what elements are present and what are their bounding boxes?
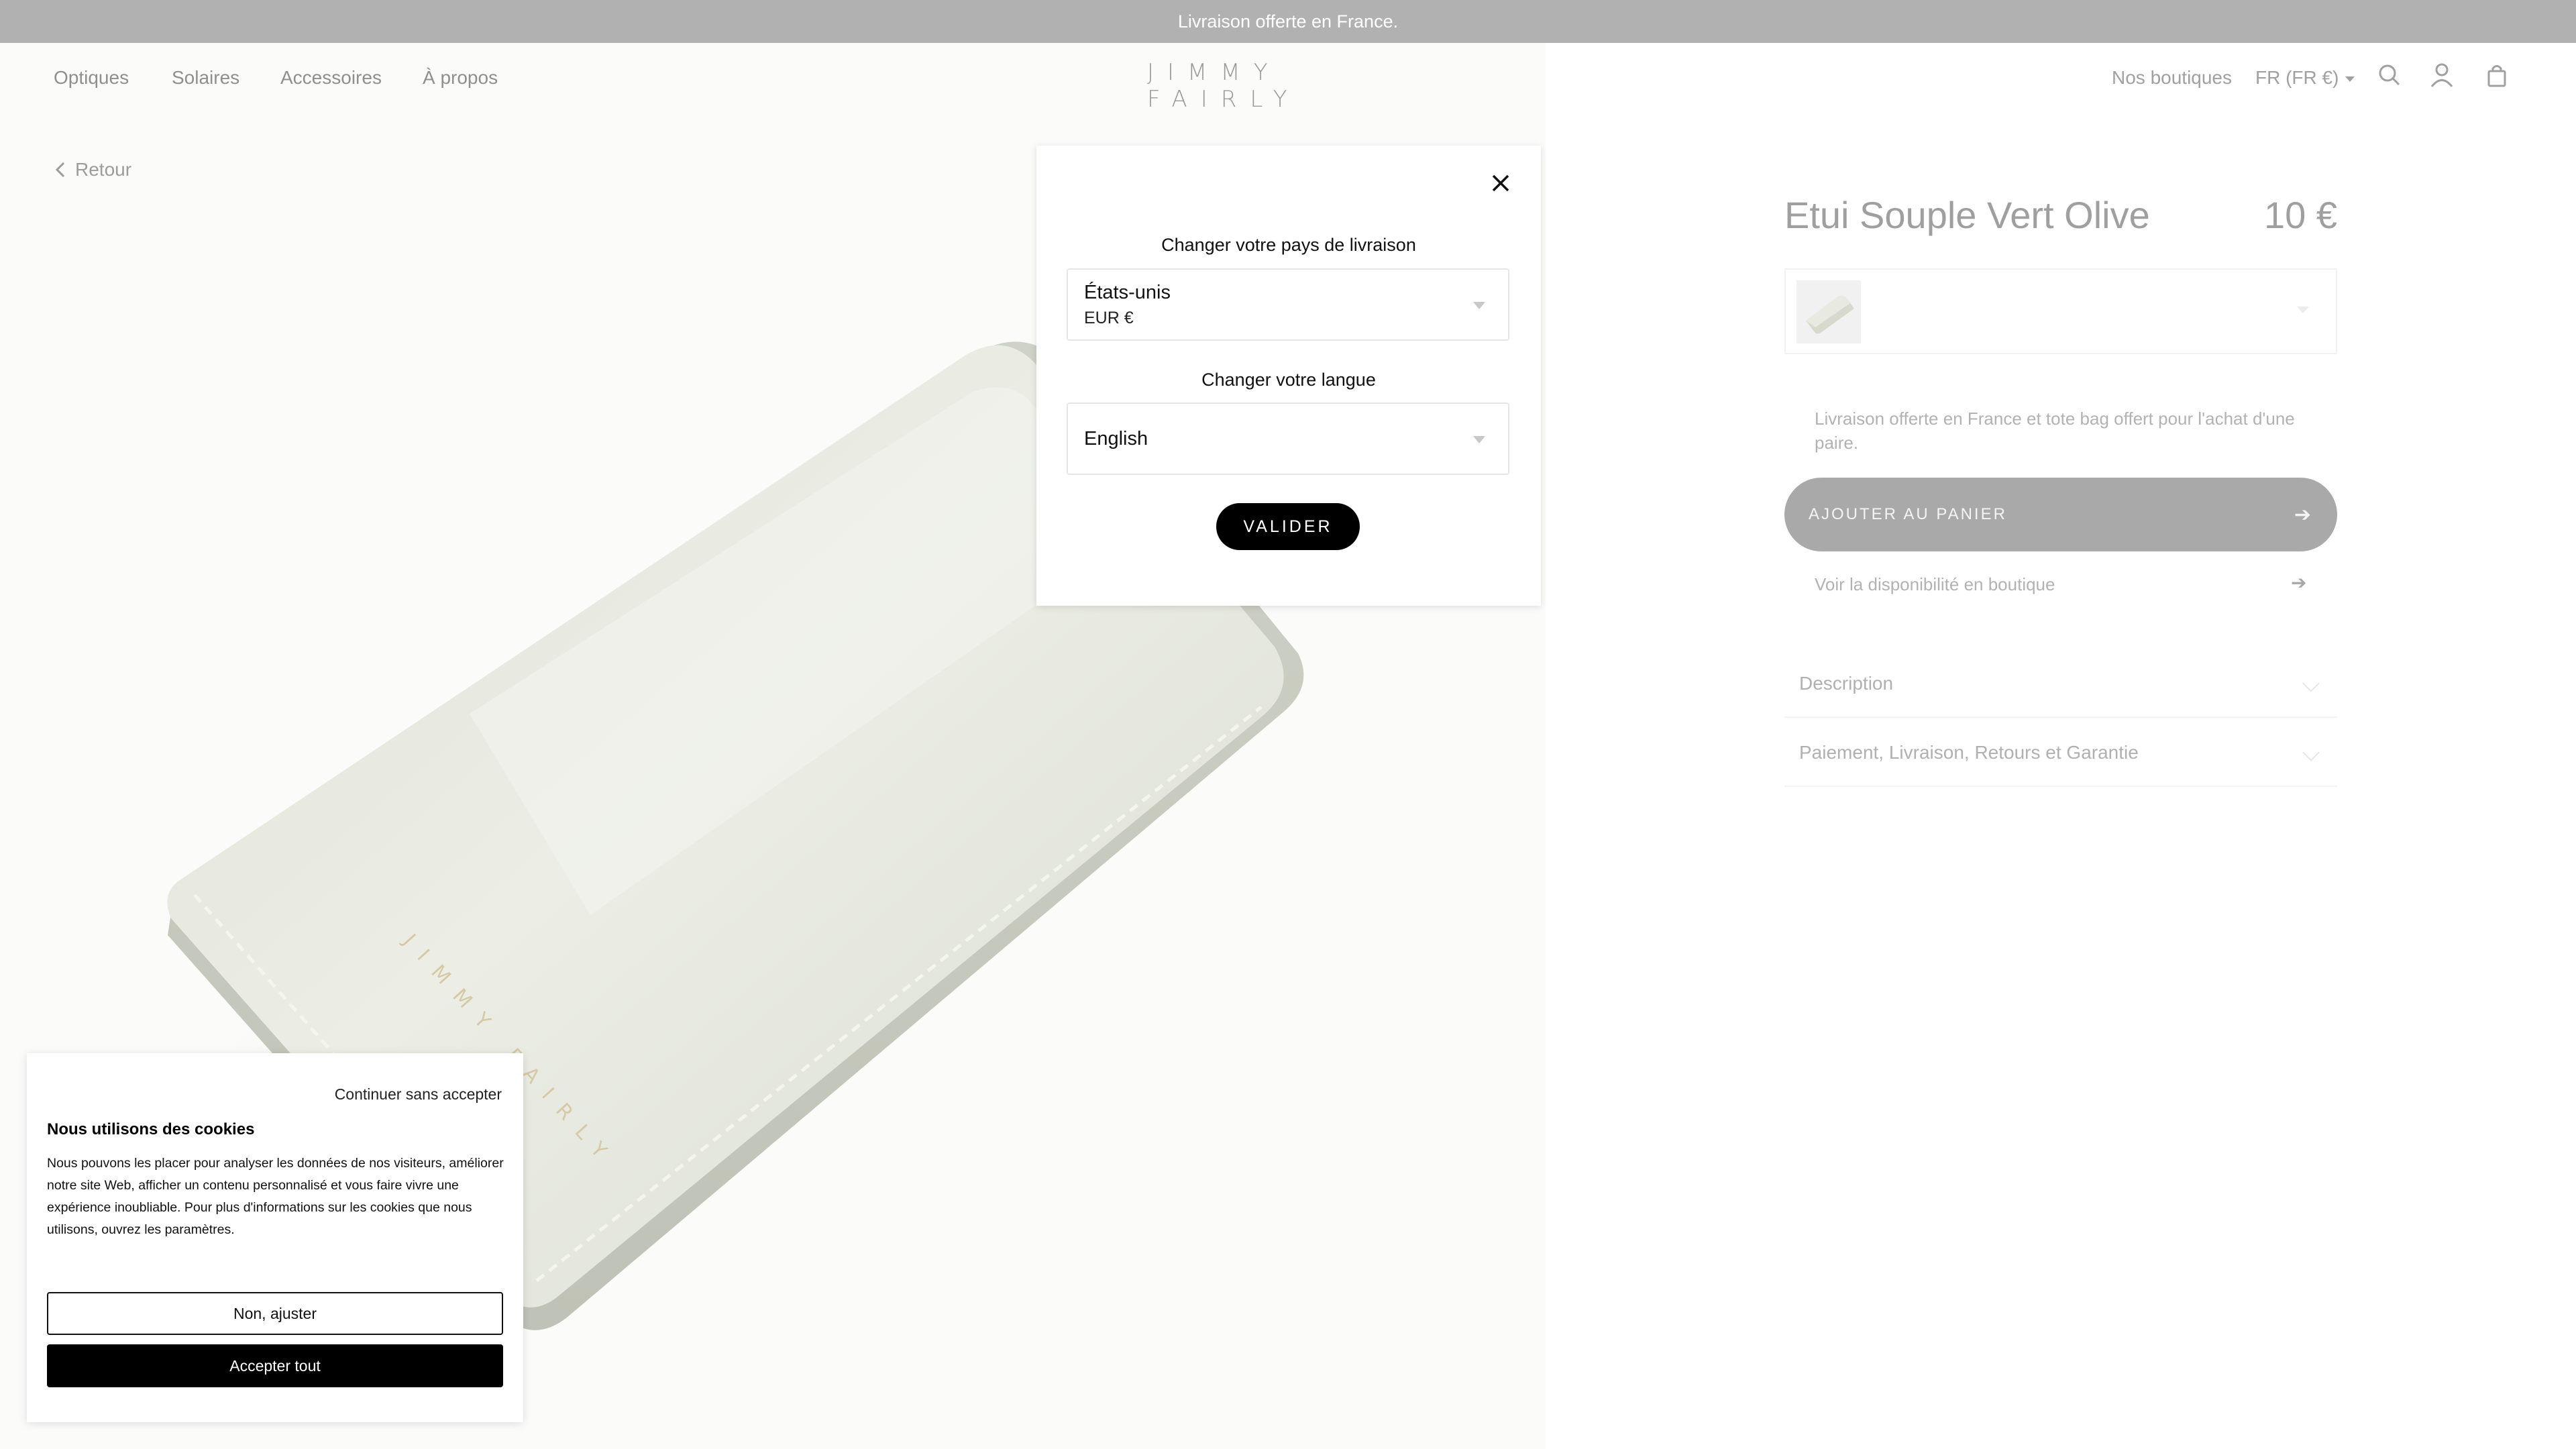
accordion-description[interactable]: Description bbox=[1784, 651, 2337, 718]
product-price: 10 € bbox=[2264, 194, 2337, 236]
variant-selector[interactable] bbox=[1784, 268, 2337, 354]
country-select[interactable]: États-unis EUR € bbox=[1067, 268, 1509, 341]
nav-solaires[interactable]: Solaires bbox=[172, 67, 239, 89]
chevron-down-icon bbox=[1473, 302, 1485, 309]
nav-accessoires[interactable]: Accessoires bbox=[280, 67, 382, 89]
cookie-banner: Continuer sans accepter Nous utilisons d… bbox=[27, 1053, 523, 1422]
chevron-down-icon bbox=[1473, 436, 1485, 443]
cookie-description: Nous pouvons les placer pour analyser le… bbox=[47, 1156, 504, 1237]
nav-a-propos[interactable]: À propos bbox=[423, 67, 498, 89]
add-to-cart-button[interactable]: AJOUTER AU PANIER ➔ bbox=[1784, 478, 2337, 551]
chevron-down-icon bbox=[2302, 675, 2320, 692]
nav-stores[interactable]: Nos boutiques bbox=[2112, 67, 2232, 89]
search-icon[interactable] bbox=[2376, 62, 2403, 89]
arrow-right-icon: ➔ bbox=[2291, 572, 2307, 593]
bag-icon[interactable] bbox=[2483, 62, 2510, 89]
brand-logo[interactable]: JIMMY FAIRLY bbox=[1147, 59, 1436, 113]
cookie-accept-all-button[interactable]: Accepter tout bbox=[47, 1344, 503, 1387]
arrow-right-icon: ➔ bbox=[2294, 504, 2313, 526]
locale-selector[interactable]: FR (FR €) bbox=[2255, 67, 2355, 89]
chevron-down-icon bbox=[2302, 744, 2320, 761]
chevron-down-icon bbox=[2297, 307, 2309, 313]
chevron-left-icon bbox=[55, 162, 65, 178]
accordion-label: Paiement, Livraison, Retours et Garantie bbox=[1799, 742, 2139, 763]
back-link[interactable]: Retour bbox=[54, 159, 131, 180]
product-title: Etui Souple Vert Olive bbox=[1784, 194, 2150, 236]
currency-value: EUR € bbox=[1084, 309, 1134, 327]
promo-bar: Livraison offerte en France. bbox=[0, 0, 2576, 43]
country-language-modal: Changer votre pays de livraison États-un… bbox=[1036, 146, 1541, 606]
shipping-note: Livraison offerte en France et tote bag … bbox=[1815, 409, 2295, 453]
continue-without-accepting-link[interactable]: Continuer sans accepter bbox=[335, 1085, 502, 1104]
cookie-title: Nous utilisons des cookies bbox=[47, 1120, 255, 1138]
account-icon[interactable] bbox=[2428, 62, 2455, 89]
language-select[interactable]: English bbox=[1067, 402, 1509, 475]
cookie-adjust-button[interactable]: Non, ajuster bbox=[47, 1292, 503, 1335]
country-value: États-unis bbox=[1084, 282, 1171, 303]
locale-label: FR (FR €) bbox=[2255, 67, 2339, 88]
add-to-cart-label: AJOUTER AU PANIER bbox=[1809, 505, 2007, 523]
country-label: Changer votre pays de livraison bbox=[1161, 235, 1416, 255]
validate-button[interactable]: VALIDER bbox=[1216, 503, 1360, 550]
language-value: English bbox=[1084, 428, 1148, 449]
accordion-label: Description bbox=[1799, 673, 1894, 694]
close-icon[interactable] bbox=[1487, 170, 1514, 197]
promo-text: Livraison offerte en France. bbox=[1177, 11, 1399, 32]
chevron-down-icon bbox=[2345, 76, 2355, 82]
nav-optiques[interactable]: Optiques bbox=[54, 67, 129, 89]
accordion-payment-shipping[interactable]: Paiement, Livraison, Retours et Garantie bbox=[1784, 720, 2337, 787]
back-label: Retour bbox=[75, 159, 132, 180]
variant-thumbnail bbox=[1796, 280, 1861, 343]
case-thumbnail-image bbox=[1806, 295, 1854, 334]
store-availability-link[interactable]: Voir la disponibilité en boutique bbox=[1815, 574, 2055, 595]
language-label: Changer votre langue bbox=[1201, 370, 1376, 390]
